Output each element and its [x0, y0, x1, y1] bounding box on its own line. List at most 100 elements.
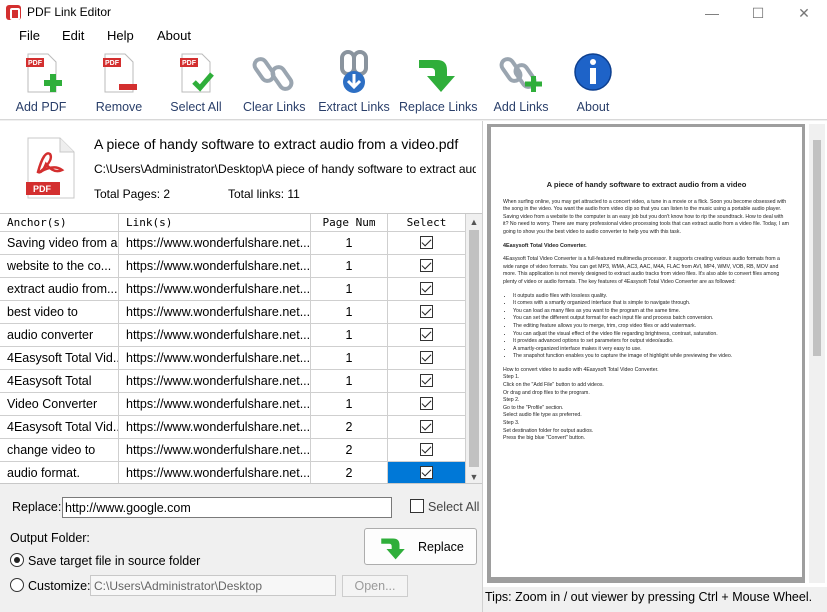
open-folder-button[interactable]: Open... — [342, 575, 408, 597]
preview-scroll-thumb[interactable] — [813, 140, 821, 356]
select-checkbox[interactable] — [420, 351, 433, 364]
total-links: Total links: 11 — [228, 187, 300, 201]
scroll-thumb[interactable] — [469, 230, 479, 467]
custom-folder-input[interactable] — [90, 575, 336, 596]
file-title: A piece of handy software to extract aud… — [94, 136, 459, 152]
cell-select[interactable] — [388, 416, 466, 439]
cell-select[interactable] — [388, 255, 466, 278]
cell-link[interactable]: https://www.wonderfulshare.net... — [119, 232, 311, 255]
add-links-button[interactable]: Add Links — [492, 50, 550, 116]
cell-anchor[interactable]: website to the co... — [0, 255, 119, 278]
cell-page-num: 2 — [311, 462, 388, 483]
cell-select[interactable] — [388, 324, 466, 347]
select-checkbox[interactable] — [420, 443, 433, 456]
cell-link[interactable]: https://www.wonderfulshare.net... — [119, 301, 311, 324]
table-row[interactable]: Video Converter https://www.wonderfulshar… — [0, 393, 466, 416]
scroll-down-icon[interactable]: ▼ — [466, 469, 482, 483]
cell-select[interactable] — [388, 393, 466, 416]
minimize-button[interactable]: — — [689, 0, 735, 26]
select-checkbox[interactable] — [420, 374, 433, 387]
table-row[interactable]: best video to https://www.wonderfulshare.… — [0, 301, 466, 324]
cell-link[interactable]: https://www.wonderfulshare.net... — [119, 416, 311, 439]
pdf-preview-pane[interactable]: A piece of handy software to extract aud… — [483, 121, 827, 587]
table-row[interactable]: website to the co... https://www.wonderfu… — [0, 255, 466, 278]
cell-link[interactable]: https://www.wonderfulshare.net... — [119, 324, 311, 347]
select-checkbox[interactable] — [420, 420, 433, 433]
menu-about[interactable]: About — [157, 28, 191, 43]
replace-url-input[interactable] — [62, 497, 392, 518]
cell-select[interactable] — [388, 462, 466, 483]
select-checkbox[interactable] — [420, 305, 433, 318]
header-link[interactable]: Link(s) — [119, 214, 311, 232]
cell-select[interactable] — [388, 347, 466, 370]
replace-links-button[interactable]: Replace Links — [399, 50, 478, 116]
header-select[interactable]: Select — [388, 214, 466, 232]
table-row[interactable]: Saving video from a https://www.wonderful… — [0, 232, 466, 255]
cell-anchor[interactable]: 4Easysoft Total — [0, 370, 119, 393]
maximize-button[interactable]: ☐ — [735, 0, 781, 26]
cell-select[interactable] — [388, 370, 466, 393]
cell-anchor[interactable]: Video Converter — [0, 393, 119, 416]
table-row[interactable]: audio converter https://www.wonderfulshar… — [0, 324, 466, 347]
cell-anchor[interactable]: audio converter — [0, 324, 119, 347]
select-checkbox[interactable] — [420, 282, 433, 295]
clear-links-button[interactable]: Clear Links — [243, 50, 306, 116]
cell-link[interactable]: https://www.wonderfulshare.net... — [119, 255, 311, 278]
cell-anchor[interactable]: audio format. — [0, 462, 119, 483]
cell-link[interactable]: https://www.wonderfulshare.net... — [119, 462, 311, 483]
menu-file[interactable]: File — [19, 28, 40, 43]
select-all-checkbox[interactable] — [410, 499, 424, 513]
page-step-line: Press the big blue "Convert" button. — [503, 435, 586, 442]
cell-link[interactable]: https://www.wonderfulshare.net... — [119, 439, 311, 462]
radio-customize[interactable] — [10, 578, 24, 592]
table-row[interactable]: extract audio from... https://www.wonderf… — [0, 278, 466, 301]
radio-customize-label[interactable]: Customize: — [28, 579, 91, 593]
header-page-num[interactable]: Page Num — [311, 214, 388, 232]
replace-button[interactable]: Replace — [364, 528, 477, 565]
cell-link[interactable]: https://www.wonderfulshare.net... — [119, 347, 311, 370]
cell-anchor[interactable]: best video to — [0, 301, 119, 324]
file-info-panel: PDF A piece of handy software to extract… — [0, 121, 482, 213]
cell-anchor[interactable]: extract audio from... — [0, 278, 119, 301]
menu-bar: File Edit Help About — [0, 26, 827, 46]
close-button[interactable]: ✕ — [781, 0, 827, 26]
cell-select[interactable] — [388, 301, 466, 324]
about-button[interactable]: About — [570, 50, 616, 116]
radio-source-folder[interactable] — [10, 553, 24, 567]
table-scrollbar[interactable]: ▲ ▼ — [466, 214, 482, 483]
select-all-button[interactable]: PDF Select All — [168, 50, 224, 116]
select-checkbox[interactable] — [420, 236, 433, 249]
cell-anchor[interactable]: change video to — [0, 439, 119, 462]
scroll-up-icon[interactable]: ▲ — [466, 214, 482, 230]
table-row[interactable]: 4Easysoft Total Vid... https://www.wonder… — [0, 347, 466, 370]
cell-link[interactable]: https://www.wonderfulshare.net... — [119, 393, 311, 416]
select-checkbox[interactable] — [420, 328, 433, 341]
table-row[interactable]: change video to https://www.wonderfulshar… — [0, 439, 466, 462]
replace-links-icon — [419, 60, 455, 92]
cell-select[interactable] — [388, 439, 466, 462]
remove-button[interactable]: PDF Remove — [93, 50, 145, 116]
select-checkbox[interactable] — [420, 397, 433, 410]
preview-scrollbar[interactable] — [809, 124, 825, 583]
cell-select[interactable] — [388, 232, 466, 255]
select-checkbox[interactable] — [420, 259, 433, 272]
table-row[interactable]: audio format. https://www.wonderfulshare.… — [0, 462, 466, 483]
extract-links-button[interactable]: Extract Links — [318, 50, 390, 116]
cell-link[interactable]: https://www.wonderfulshare.net... — [119, 370, 311, 393]
table-row[interactable]: 4Easysoft Total Vid... https://www.wonder… — [0, 416, 466, 439]
radio-source-folder-label[interactable]: Save target file in source folder — [28, 554, 200, 568]
cell-anchor[interactable]: 4Easysoft Total Vid... — [0, 416, 119, 439]
select-all-checkbox-label[interactable]: Select All — [428, 500, 479, 514]
add-pdf-button[interactable]: PDF Add PDF — [14, 50, 68, 116]
cell-select[interactable] — [388, 278, 466, 301]
select-checkbox[interactable] — [420, 466, 433, 479]
header-anchor[interactable]: Anchor(s) — [0, 214, 119, 232]
page-paragraph-1: When surfing online, you may get attract… — [503, 198, 789, 235]
menu-edit[interactable]: Edit — [62, 28, 84, 43]
cell-anchor[interactable]: Saving video from a — [0, 232, 119, 255]
cell-anchor[interactable]: 4Easysoft Total Vid... — [0, 347, 119, 370]
cell-link[interactable]: https://www.wonderfulshare.net... — [119, 278, 311, 301]
menu-help[interactable]: Help — [107, 28, 134, 43]
select-all-icon: PDF — [180, 53, 214, 93]
table-row[interactable]: 4Easysoft Total https://www.wonderfulshar… — [0, 370, 466, 393]
